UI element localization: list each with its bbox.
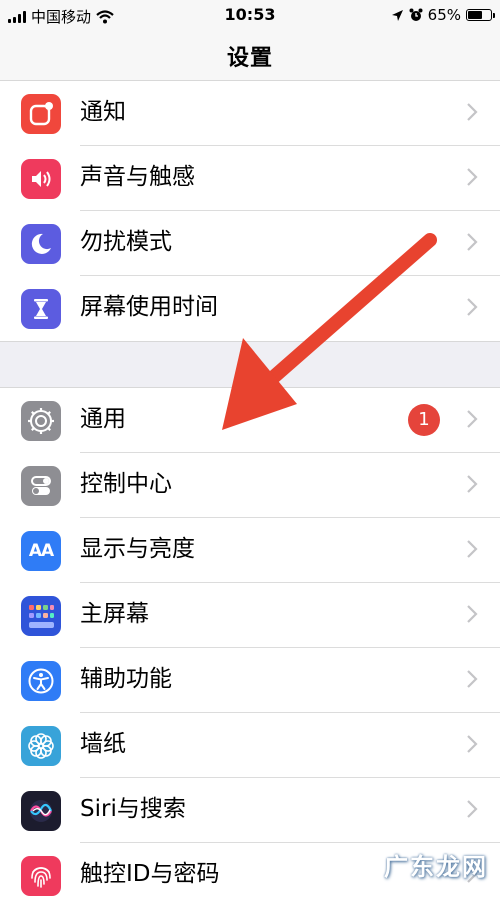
location-icon: [391, 9, 403, 21]
chevron-right-icon: [467, 168, 478, 186]
nav-bar: 设置: [0, 30, 500, 86]
row-label: 主屏幕: [80, 601, 149, 627]
siri-icon: [21, 791, 61, 831]
gear-icon: [21, 401, 61, 441]
settings-row-notifications[interactable]: 通知: [0, 81, 500, 146]
chevron-right-icon: [467, 800, 478, 818]
chevron-right-icon: [467, 540, 478, 558]
chevron-right-icon: [467, 475, 478, 493]
chevron-right-icon: [467, 670, 478, 688]
chevron-right-icon: [467, 233, 478, 251]
battery-percent: 65%: [427, 6, 461, 24]
row-label: 墙纸: [80, 731, 126, 757]
settings-row-control-center[interactable]: 控制中心: [0, 453, 500, 518]
settings-row-sound[interactable]: 声音与触感: [0, 146, 500, 211]
notification-badge: 1: [408, 404, 440, 436]
chevron-right-icon: [467, 735, 478, 753]
row-label: 屏幕使用时间: [80, 294, 218, 320]
row-label: 通知: [80, 99, 126, 125]
settings-row-siri-search[interactable]: Siri与搜索: [0, 778, 500, 843]
chevron-right-icon: [467, 298, 478, 316]
page-title: 设置: [226, 46, 273, 71]
row-label: 勿扰模式: [80, 229, 172, 255]
row-label: 显示与亮度: [80, 536, 195, 562]
chevron-right-icon: [467, 410, 478, 428]
notifications-icon: [21, 94, 61, 134]
row-label: 声音与触感: [80, 164, 195, 190]
settings-row-screen-time[interactable]: 屏幕使用时间: [0, 276, 500, 341]
text-size-glyph: AA: [28, 541, 54, 561]
accessibility-icon: [21, 661, 61, 701]
row-label: 辅助功能: [80, 666, 172, 692]
chevron-right-icon: [467, 103, 478, 121]
battery-icon: [466, 9, 495, 21]
wallpaper-flower-icon: [21, 726, 61, 766]
settings-group-2: 通用 1 控制中心 AA 显示与亮度 主屏幕 辅助功能 墙纸 Siri与搜索 触…: [0, 387, 500, 908]
row-label: 控制中心: [80, 471, 172, 497]
settings-group-1: 通知 声音与触感 勿扰模式 屏幕使用时间: [0, 80, 500, 342]
alarm-icon: [409, 8, 423, 21]
settings-row-accessibility[interactable]: 辅助功能: [0, 648, 500, 713]
watermark: 广东龙网: [384, 853, 488, 881]
settings-row-general[interactable]: 通用 1: [0, 388, 500, 453]
settings-row-wallpaper[interactable]: 墙纸: [0, 713, 500, 778]
text-size-icon: AA: [21, 531, 61, 571]
fingerprint-icon: [21, 856, 61, 896]
home-screen-icon: [21, 596, 61, 636]
settings-row-display-brightness[interactable]: AA 显示与亮度: [0, 518, 500, 583]
settings-row-do-not-disturb[interactable]: 勿扰模式: [0, 211, 500, 276]
hourglass-icon: [21, 289, 61, 329]
sound-icon: [21, 159, 61, 199]
toggles-icon: [21, 466, 61, 506]
moon-icon: [21, 224, 61, 264]
row-label: Siri与搜索: [80, 796, 186, 822]
status-bar: 中国移动 10:53 65%: [0, 0, 500, 30]
settings-row-home-screen[interactable]: 主屏幕: [0, 583, 500, 648]
row-label: 触控ID与密码: [80, 861, 220, 887]
row-label: 通用: [80, 406, 126, 432]
chevron-right-icon: [467, 605, 478, 623]
status-right: 65%: [391, 6, 495, 24]
